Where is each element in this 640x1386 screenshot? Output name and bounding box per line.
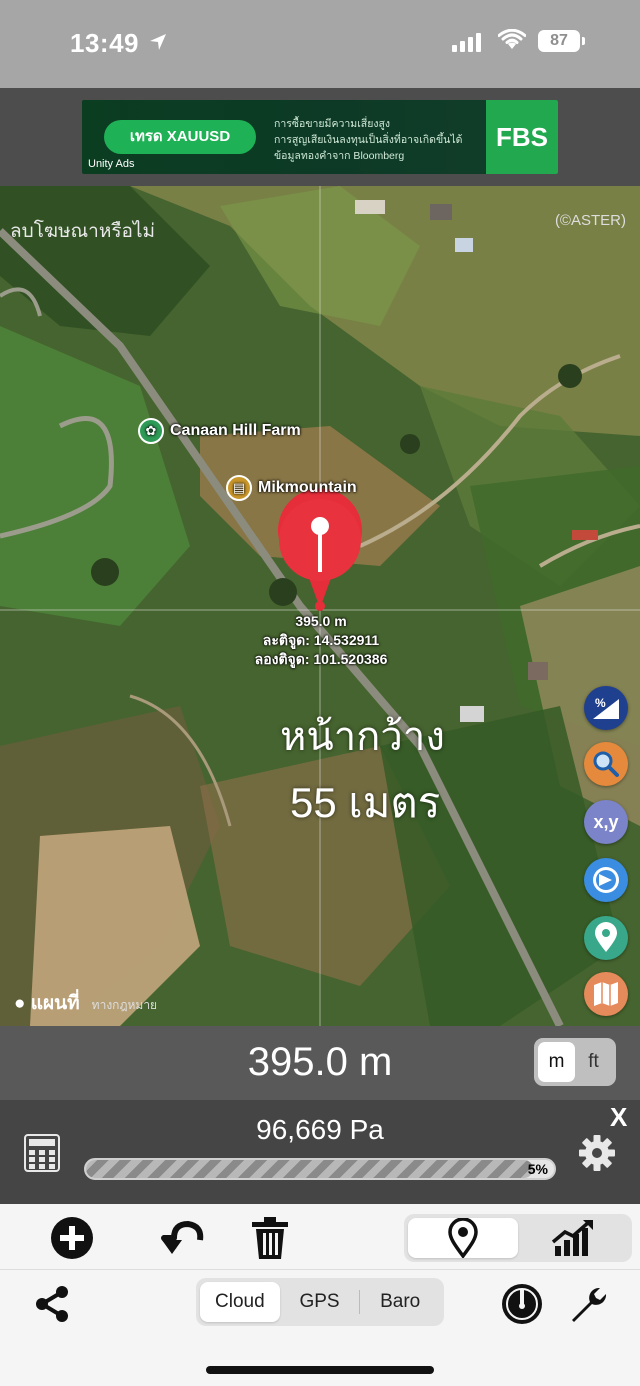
undo-icon bbox=[161, 1221, 204, 1254]
undo-button[interactable] bbox=[160, 1216, 204, 1260]
altitude-bar: 395.0 m m ft bbox=[0, 1026, 640, 1100]
wrench-icon[interactable] bbox=[564, 1282, 608, 1326]
sprout-icon: ✿ bbox=[138, 418, 164, 444]
apple-logo-icon: ● bbox=[14, 993, 26, 1014]
ad-cta-button[interactable]: เทรด XAUUSD bbox=[104, 120, 256, 154]
map-layers-button[interactable] bbox=[584, 972, 628, 1016]
add-icon bbox=[51, 1217, 93, 1259]
fbs-logo: FBS bbox=[486, 100, 558, 174]
signal-icon bbox=[452, 30, 481, 52]
battery-icon: 87 bbox=[538, 30, 585, 52]
maps-brand-label: ● แผนที่ bbox=[14, 988, 80, 1018]
source-toggle[interactable]: Cloud GPS Baro bbox=[196, 1278, 444, 1326]
unit-toggle[interactable]: m ft bbox=[534, 1038, 616, 1086]
source-option-gps[interactable]: GPS bbox=[280, 1282, 360, 1322]
ad-banner: เทรด XAUUSD การซื้อขายมีความเสี่ยงสูง กา… bbox=[0, 88, 640, 186]
home-indicator bbox=[206, 1366, 434, 1374]
grade-icon: % bbox=[593, 696, 619, 719]
ad-creative[interactable]: เทรด XAUUSD การซื้อขายมีความเสี่ยงสูง กา… bbox=[82, 100, 558, 174]
gps-track-button[interactable] bbox=[584, 858, 628, 902]
location-arrow-icon bbox=[150, 34, 166, 50]
svg-text:%: % bbox=[595, 696, 606, 710]
map-attribution: (©ASTER) bbox=[554, 212, 626, 229]
satellite-map[interactable]: ลบโฆษณาหรือไม่ (©ASTER) ✿ Canaan Hill Fa… bbox=[0, 186, 640, 1026]
bottom-toolbar: Cloud GPS Baro bbox=[0, 1270, 640, 1386]
pressure-value: 96,669 Pa bbox=[256, 1114, 384, 1145]
coordinates-button[interactable]: x,y bbox=[584, 800, 628, 844]
legal-link[interactable]: ทางกฎหมาย bbox=[92, 996, 157, 1015]
source-option-baro[interactable]: Baro bbox=[360, 1282, 440, 1322]
chart-view-option[interactable] bbox=[518, 1218, 628, 1258]
status-time: 13:49 bbox=[70, 28, 139, 58]
unit-option-m[interactable]: m bbox=[538, 1042, 575, 1082]
apple-maps-brand: ● แผนที่ ทางกฎหมาย bbox=[14, 988, 157, 1018]
poi-label: Canaan Hill Farm bbox=[170, 422, 301, 439]
share-icon[interactable] bbox=[32, 1284, 72, 1324]
poi-label: Mikmountain bbox=[258, 479, 357, 496]
pin-info: 395.0 m ละติจูด: 14.532911 ลองติจูด: 101… bbox=[244, 612, 398, 669]
compass-icon[interactable] bbox=[500, 1282, 544, 1326]
search-icon bbox=[593, 751, 619, 777]
pin-altitude: 395.0 m bbox=[295, 613, 347, 629]
chart-icon bbox=[551, 1220, 593, 1256]
pressure-bar: 96,669 Pa 5% X bbox=[0, 1100, 640, 1204]
map-pin-icon bbox=[595, 922, 617, 952]
map-imagery bbox=[0, 186, 640, 1026]
ad-disclaimer-line: การซื้อขายมีความเสี่ยงสูง bbox=[274, 118, 391, 130]
gear-icon[interactable] bbox=[578, 1134, 616, 1172]
calibration-progress: 5% bbox=[84, 1158, 556, 1180]
poi-mikmountain[interactable]: ▤ Mikmountain bbox=[226, 475, 357, 501]
maps-brand-text: แผนที่ bbox=[30, 993, 80, 1014]
delete-button[interactable] bbox=[248, 1216, 292, 1260]
ad-disclaimer-line: การสูญเสียเงินลงทุนเป็นสิ่งที่อาจเกิดขึ้… bbox=[274, 134, 463, 146]
ad-disclaimer: การซื้อขายมีความเสี่ยงสูง การสูญเสียเงิน… bbox=[274, 116, 484, 164]
unity-ads-label: Unity Ads bbox=[88, 158, 135, 170]
search-button[interactable] bbox=[584, 742, 628, 786]
poi-canaan-hill-farm[interactable]: ✿ Canaan Hill Farm bbox=[138, 418, 301, 444]
location-pin-icon bbox=[448, 1218, 478, 1258]
pin-latitude: ละติจูด: 14.532911 bbox=[262, 632, 380, 648]
pin-longitude: ลองติจูด: 101.520386 bbox=[254, 651, 388, 667]
close-button[interactable]: X bbox=[610, 1102, 627, 1133]
remove-ads-prompt[interactable]: ลบโฆษณาหรือไม่ bbox=[10, 216, 155, 246]
wifi-icon bbox=[498, 29, 526, 49]
gps-track-icon bbox=[593, 867, 619, 893]
source-option-cloud[interactable]: Cloud bbox=[200, 1282, 280, 1322]
progress-fill bbox=[86, 1160, 533, 1178]
overlay-title: หน้ากว้าง bbox=[280, 715, 445, 759]
progress-label: 5% bbox=[527, 1161, 548, 1177]
ad-disclaimer-line: ข้อมูลทองคำจาก Bloomberg bbox=[274, 150, 405, 162]
overlay-subtitle: 55 เมตร bbox=[290, 779, 441, 826]
status-bar: 13:49 87 bbox=[0, 0, 640, 88]
add-button[interactable] bbox=[50, 1216, 94, 1260]
basket-icon: ▤ bbox=[226, 475, 252, 501]
view-mode-toggle[interactable] bbox=[404, 1214, 632, 1262]
map-view-option[interactable] bbox=[408, 1218, 518, 1258]
unit-option-ft[interactable]: ft bbox=[575, 1042, 612, 1082]
trash-icon bbox=[252, 1217, 288, 1259]
action-toolbar bbox=[0, 1204, 640, 1270]
folded-map-icon bbox=[594, 982, 618, 1006]
map-pin-button[interactable] bbox=[584, 916, 628, 960]
percent-grade-button[interactable]: % bbox=[584, 686, 628, 730]
